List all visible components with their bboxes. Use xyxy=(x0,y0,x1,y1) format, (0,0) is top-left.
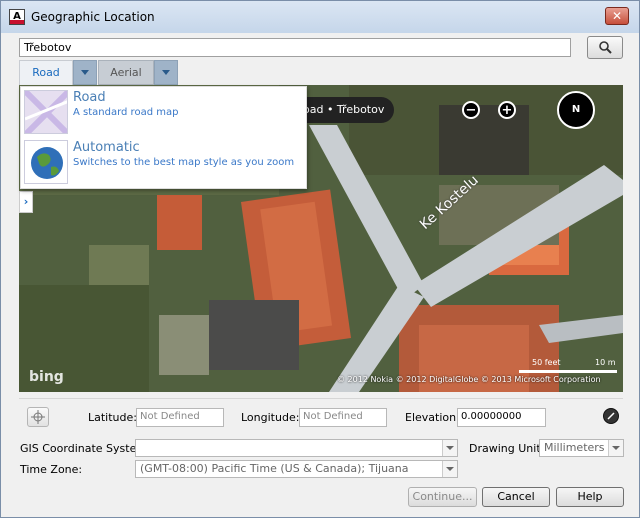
location-toolbar: Latitude: Not Defined Longitude: Not Def… xyxy=(19,398,623,437)
chevron-down-icon xyxy=(442,440,457,456)
scale-meters-label: 10 m xyxy=(595,358,616,367)
latitude-field[interactable]: Not Defined xyxy=(136,408,224,427)
compass-needle-icon xyxy=(607,412,615,420)
autocad-app-icon: A xyxy=(9,9,25,25)
map-style-option-automatic[interactable]: Automatic Switches to the best map style… xyxy=(24,139,304,185)
longitude-label: Longitude: xyxy=(241,411,300,424)
cancel-button[interactable]: Cancel xyxy=(482,487,550,507)
gis-coordinate-system-select[interactable] xyxy=(135,439,458,457)
map-style-menu: Road A standard road map Automatic Switc… xyxy=(20,86,307,189)
compass-navigator[interactable]: N xyxy=(557,91,595,129)
road-style-dropdown-button[interactable] xyxy=(73,60,97,85)
location-search-input[interactable] xyxy=(19,38,571,57)
zoom-in-button[interactable]: + xyxy=(498,101,516,119)
pick-location-button[interactable] xyxy=(27,407,49,427)
map-style-option-road[interactable]: Road A standard road map xyxy=(24,89,304,135)
road-map-thumbnail-icon xyxy=(24,90,68,134)
time-zone-value: (GMT-08:00) Pacific Time (US & Canada); … xyxy=(140,462,409,475)
chevron-down-icon xyxy=(162,70,170,75)
longitude-field[interactable]: Not Defined xyxy=(299,408,387,427)
latitude-label: Latitude: xyxy=(88,411,137,424)
tab-aerial[interactable]: Aerial xyxy=(98,60,154,85)
drawing-unit-select[interactable]: Millimeters xyxy=(539,439,624,457)
crosshair-icon xyxy=(31,410,45,424)
chevron-down-icon xyxy=(608,440,623,456)
compass-direction-button[interactable] xyxy=(603,408,619,424)
map-style-option-title: Automatic xyxy=(73,140,140,155)
globe-icon xyxy=(24,140,68,184)
elevation-field[interactable]: 0.00000000 xyxy=(457,408,546,427)
time-zone-select[interactable]: (GMT-08:00) Pacific Time (US & Canada); … xyxy=(135,460,458,478)
scale-bar xyxy=(519,370,617,373)
scale-feet-label: 50 feet xyxy=(532,358,561,367)
chevron-down-icon xyxy=(81,70,89,75)
time-zone-label: Time Zone: xyxy=(20,463,83,476)
tab-road[interactable]: Road xyxy=(19,60,73,85)
help-button[interactable]: Help xyxy=(556,487,624,507)
geographic-location-dialog: A Geographic Location ✕ Road Aerial xyxy=(0,0,640,518)
chevron-down-icon xyxy=(442,461,457,477)
search-button[interactable] xyxy=(587,36,623,59)
title-bar: A Geographic Location ✕ xyxy=(1,1,639,33)
magnifier-icon xyxy=(599,41,612,54)
drawing-unit-value: Millimeters xyxy=(544,441,605,454)
bing-logo: bing xyxy=(29,369,64,385)
gis-coordinate-system-label: GIS Coordinate System: xyxy=(20,442,151,455)
elevation-label: Elevation: xyxy=(405,411,460,424)
close-button[interactable]: ✕ xyxy=(605,7,629,25)
map-copyright: © 2012 Nokia © 2012 DigitalGlobe © 2013 … xyxy=(337,375,601,384)
expand-panel-button[interactable]: › xyxy=(19,191,33,213)
map-style-option-description: Switches to the best map style as you zo… xyxy=(73,157,295,168)
window-title: Geographic Location xyxy=(31,10,155,24)
drawing-unit-label: Drawing Unit: xyxy=(469,442,545,455)
zoom-out-button[interactable]: − xyxy=(462,101,480,119)
aerial-style-dropdown-button[interactable] xyxy=(154,60,178,85)
map-style-option-title: Road xyxy=(73,90,106,105)
continue-button[interactable]: Continue... xyxy=(408,487,477,507)
map-style-option-description: A standard road map xyxy=(73,107,179,118)
